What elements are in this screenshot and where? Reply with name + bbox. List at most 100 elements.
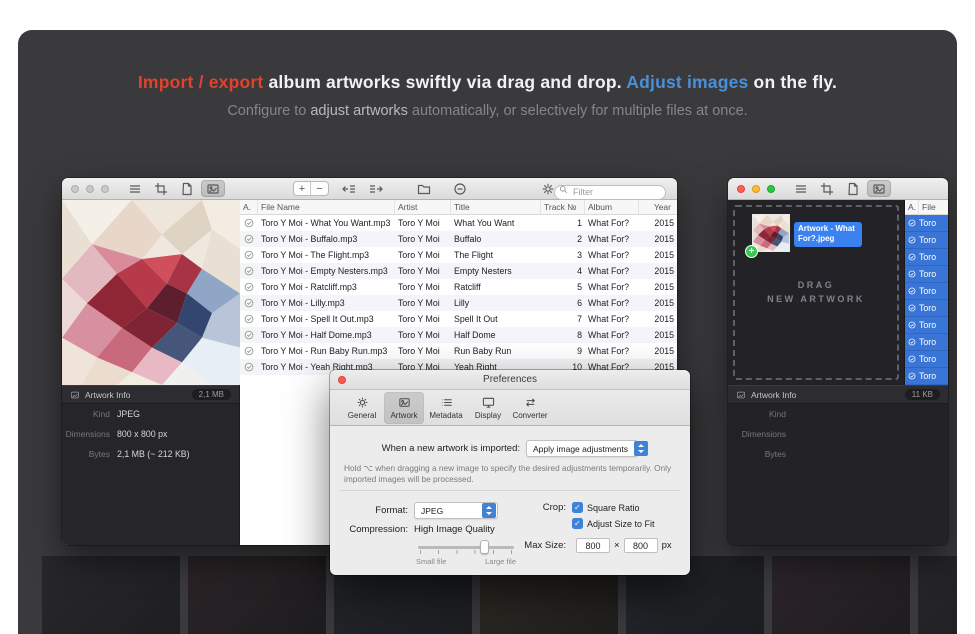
close-button[interactable] (71, 185, 79, 193)
table-row[interactable]: Toro Y Moi - Empty Nesters.mp3 Toro Y Mo… (240, 263, 677, 279)
artwork-info-header[interactable]: Artwork Info 11 KB (728, 385, 948, 404)
zoom-button[interactable] (767, 185, 775, 193)
subheadline: Configure to adjust artworks automatical… (18, 103, 957, 119)
artwork-check-icon (240, 282, 258, 292)
selected-row[interactable]: Toro (905, 283, 948, 300)
column-header-artist[interactable]: Artist (395, 200, 451, 215)
column-header-album[interactable]: Album (585, 200, 639, 215)
file-view-icon[interactable] (841, 180, 865, 197)
artwork-size-badge: 2,1 MB (192, 389, 231, 400)
dragged-artwork-thumbnail[interactable] (752, 214, 790, 252)
max-height-field[interactable] (624, 538, 658, 553)
filter-input[interactable] (554, 185, 666, 200)
selected-row[interactable]: Toro (905, 334, 948, 351)
list-icon (440, 396, 453, 409)
artwork-view-icon[interactable] (867, 180, 891, 197)
unit-label: px (662, 540, 672, 551)
artwork-check-icon (240, 330, 258, 340)
slider-ticks (420, 550, 512, 554)
drag-hint-line2: NEW ARTWORK (728, 294, 904, 304)
slider-small-label: Small file (416, 557, 446, 566)
selected-row[interactable]: Toro (905, 368, 948, 385)
table-row[interactable]: Toro Y Moi - Lilly.mp3 Toro Y Moi Lilly … (240, 295, 677, 311)
tab-converter[interactable]: Converter (510, 392, 550, 424)
background-artwork (918, 556, 957, 634)
display-icon (482, 396, 495, 409)
export-tags-icon[interactable] (364, 180, 388, 197)
divider (340, 490, 680, 491)
import-help-text: Hold ⌥ when dragging a new image to spec… (344, 463, 676, 485)
artwork-info-icon (70, 390, 80, 400)
zoom-button[interactable] (101, 185, 109, 193)
compression-slider[interactable] (418, 540, 514, 554)
file-view-icon[interactable] (175, 180, 199, 197)
dragged-file-label: Artwork - What For?.jpeg (794, 222, 862, 247)
column-header-track[interactable]: Track № (541, 200, 585, 215)
selected-row[interactable]: Toro (905, 232, 948, 249)
artwork-check-icon (240, 266, 258, 276)
remove-files-button[interactable]: − (311, 182, 328, 195)
banner: Import / export album artworks swiftly v… (18, 72, 957, 119)
tab-artwork[interactable]: Artwork (384, 392, 424, 424)
popup-arrows-icon (634, 441, 648, 456)
image-icon (398, 396, 411, 409)
table-row[interactable]: Toro Y Moi - Half Dome.mp3 Toro Y Moi Ha… (240, 327, 677, 343)
selected-row[interactable]: Toro (905, 351, 948, 368)
selected-row[interactable]: Toro (905, 215, 948, 232)
artwork-size-badge: 11 KB (905, 389, 940, 400)
tab-metadata[interactable]: Metadata (426, 392, 466, 424)
crop-view-icon[interactable] (149, 180, 173, 197)
album-artwork[interactable] (62, 200, 240, 385)
artwork-info-header[interactable]: Artwork Info 2,1 MB (62, 385, 239, 404)
close-button[interactable] (338, 376, 346, 384)
close-button[interactable] (737, 185, 745, 193)
clear-list-icon[interactable] (448, 180, 472, 197)
checkbox-adjust-size[interactable] (572, 518, 583, 529)
selected-row[interactable]: Toro (905, 300, 948, 317)
import-tags-icon[interactable] (337, 180, 361, 197)
table-row[interactable]: Toro Y Moi - Buffalo.mp3 Toro Y Moi Buff… (240, 231, 677, 247)
preferences-dialog: Preferences General Artwork Metadata Dis… (330, 370, 690, 575)
artwork-view-icon[interactable] (201, 180, 225, 197)
import-action-select[interactable]: Apply image adjustments (526, 440, 638, 457)
folder-icon[interactable] (412, 180, 436, 197)
checkbox-square-ratio[interactable] (572, 502, 583, 513)
list-view-icon[interactable] (789, 180, 813, 197)
compression-value: High Image Quality (414, 524, 495, 535)
secondary-window-titlebar (728, 178, 948, 200)
minimize-button[interactable] (752, 185, 760, 193)
table-row[interactable]: Toro Y Moi - The Flight.mp3 Toro Y Moi T… (240, 247, 677, 263)
artwork-check-icon (240, 298, 258, 308)
info-row: Dimensions (728, 424, 948, 444)
table-row[interactable]: Toro Y Moi - Spell It Out.mp3 Toro Y Moi… (240, 311, 677, 327)
format-select[interactable]: JPEG (414, 502, 498, 519)
table-row[interactable]: Toro Y Moi - Ratcliff.mp3 Toro Y Moi Rat… (240, 279, 677, 295)
artwork-check-icon (240, 234, 258, 244)
slider-thumb[interactable] (480, 540, 489, 554)
minimize-button[interactable] (86, 185, 94, 193)
crop-view-icon[interactable] (815, 180, 839, 197)
column-header-filename[interactable]: File Name (258, 200, 395, 215)
tab-general[interactable]: General (342, 392, 382, 424)
table-row[interactable]: Toro Y Moi - What You Want.mp3 Toro Y Mo… (240, 215, 677, 231)
selected-row[interactable]: Toro (905, 317, 948, 334)
list-view-icon[interactable] (123, 180, 147, 197)
tab-display[interactable]: Display (468, 392, 508, 424)
info-row: Kind (728, 404, 948, 424)
secondary-window: Artwork - What For?.jpeg DRAG NEW ARTWOR… (728, 178, 948, 545)
square-ratio-label: Square Ratio (587, 503, 640, 513)
column-header-year[interactable]: Year (639, 200, 677, 215)
promo-card: Import / export album artworks swiftly v… (18, 30, 957, 634)
background-artwork (188, 556, 326, 634)
table-row[interactable]: Toro Y Moi - Run Baby Run.mp3 Toro Y Moi… (240, 343, 677, 359)
column-header-artwork[interactable]: A. (240, 200, 258, 215)
selected-row[interactable]: Toro (905, 249, 948, 266)
column-header-title[interactable]: Title (451, 200, 541, 215)
add-files-button[interactable]: + (294, 182, 311, 195)
max-width-field[interactable] (576, 538, 610, 553)
selected-row[interactable]: Toro (905, 266, 948, 283)
artwork-info-panel: Artwork Info 2,1 MB Kind JPEG Dimensions… (62, 385, 239, 545)
background-artwork (772, 556, 910, 634)
headline-text-end: on the fly. (749, 72, 838, 92)
headline-accent-blue: Adjust images (626, 72, 748, 92)
